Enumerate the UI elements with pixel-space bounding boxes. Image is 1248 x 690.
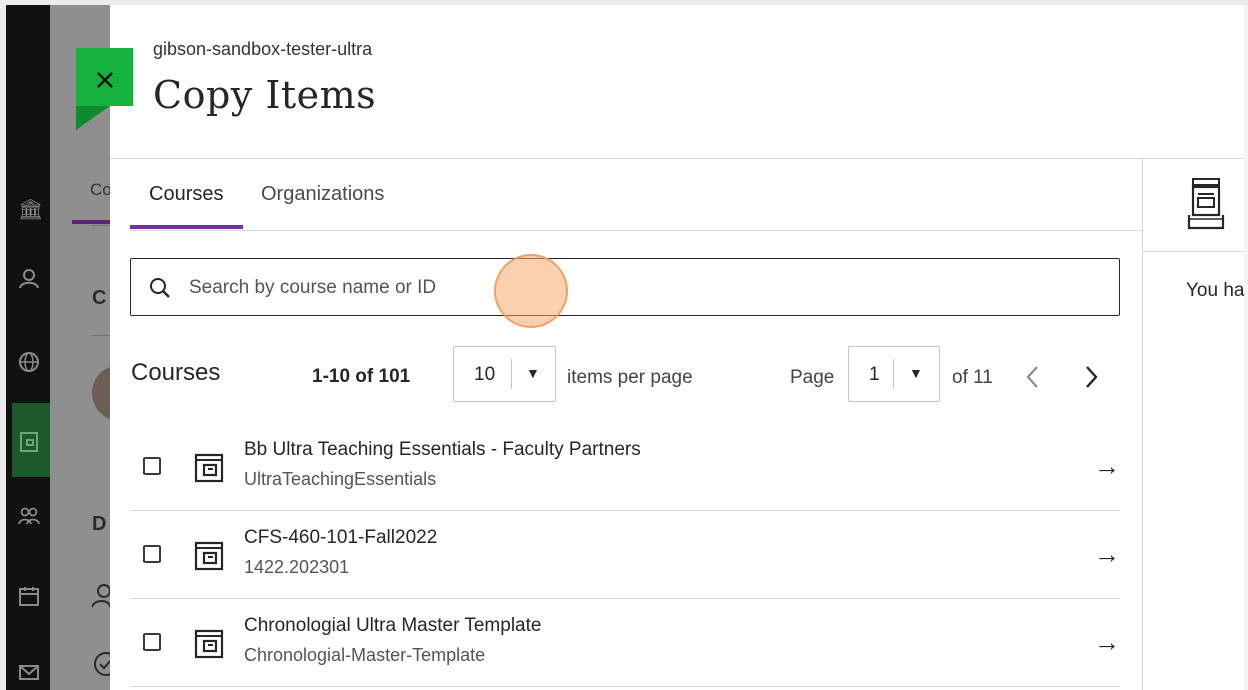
course-icon <box>193 451 225 483</box>
inbox-tray-icon <box>1187 176 1225 234</box>
course-checkbox[interactable] <box>143 545 161 563</box>
background-tab-fragment: Co <box>90 180 112 199</box>
search-box <box>130 258 1120 316</box>
page-value: 1 <box>869 364 880 385</box>
background-check-circle-icon <box>92 651 118 682</box>
close-icon <box>96 72 113 88</box>
background-divider <box>92 225 110 226</box>
course-subtitle: gibson-sandbox-tester-ultra <box>153 39 373 59</box>
arrow-right-icon[interactable]: → <box>1094 539 1120 570</box>
tab-courses[interactable]: Courses <box>149 183 223 206</box>
page-label: Page <box>790 367 835 388</box>
previous-page-button[interactable] <box>1024 364 1048 392</box>
calendar-icon <box>18 585 40 607</box>
background-heading-fragment: D <box>92 513 107 535</box>
results-range: 1-10 of 101 <box>312 366 411 387</box>
caret-down-icon: ▼ <box>526 365 540 381</box>
background-nav-rail: 🏛 <box>6 5 56 690</box>
window-right-border <box>1244 5 1248 690</box>
close-tab <box>76 48 133 130</box>
summary-header <box>1143 159 1244 252</box>
arrow-right-icon[interactable]: → <box>1094 451 1120 482</box>
background-tab-underline <box>72 220 110 224</box>
course-list: Bb Ultra Teaching Essentials - Faculty P… <box>130 423 1120 687</box>
globe-icon <box>18 351 40 373</box>
active-tab-indicator <box>130 225 243 229</box>
click-indicator <box>494 254 568 328</box>
course-name: Chronologial Ultra Master Template <box>244 615 542 636</box>
course-icon <box>193 539 225 571</box>
messages-icon <box>18 661 40 683</box>
groups-icon <box>18 505 40 527</box>
courses-icon <box>18 431 40 453</box>
search-input[interactable] <box>187 271 1091 305</box>
course-icon <box>193 627 225 659</box>
background-person-icon <box>91 583 111 614</box>
course-name: Bb Ultra Teaching Essentials - Faculty P… <box>244 439 641 460</box>
course-picker: Courses Organizations Courses 1-10 of 10… <box>110 159 1143 690</box>
course-row[interactable]: CFS-460-101-Fall2022 1422.202301 → <box>130 511 1120 599</box>
caret-down-icon: ▼ <box>909 365 923 381</box>
tab-organizations[interactable]: Organizations <box>261 183 384 206</box>
page-total: of 11 <box>952 367 993 388</box>
search-icon <box>149 277 171 299</box>
course-row[interactable]: Bb Ultra Teaching Essentials - Faculty P… <box>130 423 1120 511</box>
course-name: CFS-460-101-Fall2022 <box>244 527 438 548</box>
next-page-button[interactable] <box>1082 364 1106 392</box>
courses-heading: Courses <box>131 359 221 386</box>
copy-summary-panel: You ha <box>1143 159 1244 690</box>
course-id: 1422.202301 <box>244 557 350 577</box>
arrow-right-icon[interactable]: → <box>1094 627 1120 658</box>
page-select[interactable]: 1 ▼ <box>848 346 940 402</box>
course-row[interactable]: Chronologial Ultra Master Template Chron… <box>130 599 1120 687</box>
panel-header: gibson-sandbox-tester-ultra Copy Items <box>110 5 1244 159</box>
course-checkbox[interactable] <box>143 457 161 475</box>
page-title: Copy Items <box>153 73 377 117</box>
course-checkbox[interactable] <box>143 633 161 651</box>
background-divider <box>92 335 110 336</box>
select-divider <box>511 359 512 389</box>
course-id: Chronologial-Master-Template <box>244 645 486 665</box>
institution-icon: 🏛 <box>18 199 44 221</box>
items-per-page-value: 10 <box>474 364 496 385</box>
close-button[interactable] <box>76 48 133 106</box>
items-per-page-select[interactable]: 10 ▼ <box>453 346 556 402</box>
profile-icon <box>18 267 40 289</box>
summary-text: You ha <box>1186 280 1244 301</box>
background-heading-fragment: C <box>92 287 107 309</box>
items-per-page-label: items per page <box>567 367 693 388</box>
course-id: UltraTeachingEssentials <box>244 469 437 489</box>
select-divider <box>893 359 894 389</box>
close-tab-fold <box>76 106 110 130</box>
copy-items-panel: gibson-sandbox-tester-ultra Copy Items C… <box>110 5 1244 690</box>
tab-bar: Courses Organizations <box>130 159 1142 231</box>
